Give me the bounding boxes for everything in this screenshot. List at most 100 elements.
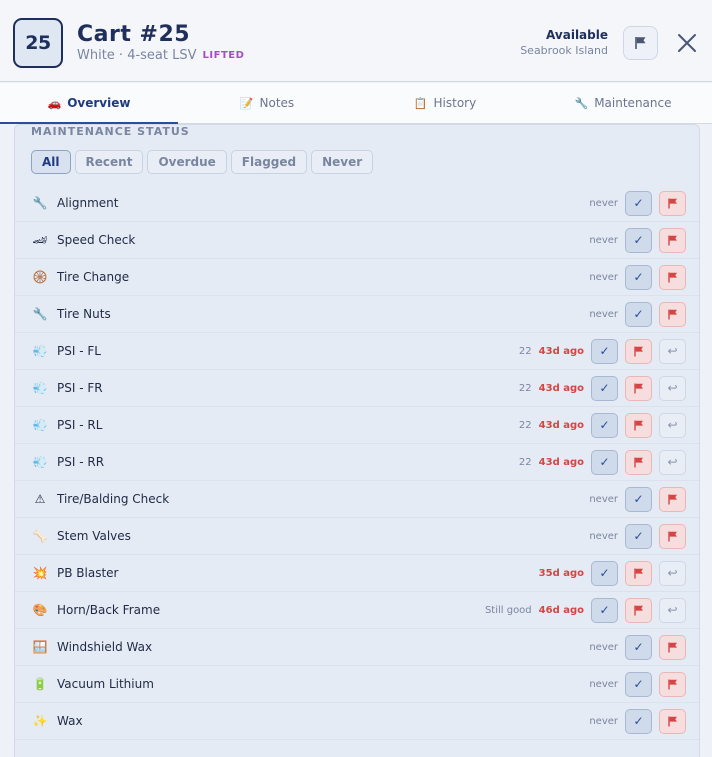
wrench-icon: 🔧 (574, 96, 589, 110)
mark-done-button[interactable]: ✓ (625, 486, 652, 512)
flag-item-button[interactable] (659, 301, 686, 327)
undo-icon: ↩ (667, 418, 678, 432)
flag-item-button[interactable] (659, 264, 686, 290)
clipboard-icon: 📋 (413, 96, 428, 110)
undo-button[interactable]: ↩ (659, 338, 686, 364)
row-actions: never ✓ (589, 523, 686, 549)
wrench-icon: 🔧 (32, 196, 48, 210)
row-actions: never ✓ (589, 634, 686, 660)
maintenance-item-label: PB Blaster (57, 566, 119, 580)
tab-maintenance[interactable]: 🔧 Maintenance (534, 83, 712, 123)
close-button[interactable] (674, 30, 700, 56)
maintenance-item-label: Wax (57, 714, 83, 728)
flag-item-button[interactable] (659, 227, 686, 253)
availability-status: Available Seabrook Island (520, 28, 608, 57)
flag-icon (633, 383, 643, 393)
flag-item-button[interactable] (659, 671, 686, 697)
flag-item-button[interactable] (625, 597, 652, 623)
row-actions: 22 43d ago ✓ ↩ (519, 338, 686, 364)
filter-flagged[interactable]: Flagged (230, 150, 308, 174)
check-icon: ✓ (633, 492, 644, 506)
check-icon: ✓ (599, 603, 610, 617)
row-actions: never ✓ (589, 671, 686, 697)
mark-done-button[interactable]: ✓ (591, 412, 618, 438)
mark-done-button[interactable]: ✓ (625, 190, 652, 216)
last-done-status: 43d ago (538, 419, 584, 431)
undo-button[interactable]: ↩ (659, 597, 686, 623)
maintenance-row: ✨ Wax never ✓ (15, 703, 699, 740)
maintenance-row: 💥 PB Blaster 35d ago ✓ ↩ (15, 555, 699, 592)
last-done-status: never (589, 530, 618, 542)
mark-done-button[interactable]: ✓ (625, 227, 652, 253)
maintenance-item-label: Tire Nuts (57, 307, 111, 321)
mark-done-button[interactable]: ✓ (591, 338, 618, 364)
maintenance-row: 🛞 Tire Change never ✓ (15, 259, 699, 296)
cart-header: 25 Cart #25 White · 4-seat LSV LIFTED Av… (0, 0, 712, 82)
undo-button[interactable]: ↩ (659, 449, 686, 475)
cart-number-badge: 25 (13, 18, 63, 68)
check-icon: ✓ (599, 455, 610, 469)
flag-icon (633, 457, 643, 467)
status-text: Available (546, 28, 608, 42)
mark-done-button[interactable]: ✓ (591, 597, 618, 623)
row-actions: never ✓ (589, 227, 686, 253)
flag-item-button[interactable] (625, 338, 652, 364)
mark-done-button[interactable]: ✓ (625, 671, 652, 697)
maintenance-item-label: Stem Valves (57, 529, 131, 543)
battery-icon: 🔋 (32, 677, 48, 691)
maintenance-row: 🎨 Horn/Back Frame Still good 46d ago ✓ ↩ (15, 592, 699, 629)
tab-overview[interactable]: 🚗 Overview (0, 83, 178, 124)
mark-done-button[interactable]: ✓ (591, 375, 618, 401)
check-icon: ✓ (633, 233, 644, 247)
flag-item-button[interactable] (625, 412, 652, 438)
flag-item-button[interactable] (625, 560, 652, 586)
last-done-status: 35d ago (538, 567, 584, 579)
filter-never[interactable]: Never (311, 150, 374, 174)
lifted-tag: LIFTED (202, 50, 245, 61)
mark-done-button[interactable]: ✓ (625, 264, 652, 290)
flag-item-button[interactable] (659, 486, 686, 512)
mark-done-button[interactable]: ✓ (591, 560, 618, 586)
tab-notes[interactable]: 📝 Notes (178, 83, 356, 123)
undo-button[interactable]: ↩ (659, 375, 686, 401)
row-actions: never ✓ (589, 486, 686, 512)
flag-item-button[interactable] (659, 523, 686, 549)
undo-button[interactable]: ↩ (659, 412, 686, 438)
undo-button[interactable]: ↩ (659, 560, 686, 586)
last-done-status: 43d ago (538, 382, 584, 394)
last-done-status: 46d ago (538, 604, 584, 616)
check-icon: ✓ (633, 270, 644, 284)
flag-item-button[interactable] (659, 634, 686, 660)
cart-description: White · 4-seat LSV (77, 48, 197, 63)
mark-done-button[interactable]: ✓ (625, 523, 652, 549)
maintenance-list: 🔧 Alignment never ✓ 🏎 Speed Check never ✓ 🛞 Tire … (15, 185, 699, 740)
wrench-icon: 🔧 (32, 307, 48, 321)
check-icon: ✓ (633, 640, 644, 654)
filter-overdue[interactable]: Overdue (147, 150, 227, 174)
flag-item-button[interactable] (625, 449, 652, 475)
undo-icon: ↩ (667, 344, 678, 358)
filter-recent[interactable]: Recent (74, 150, 144, 174)
psi-value: 22 (518, 419, 532, 431)
tab-label: History (433, 96, 477, 110)
notes-icon: 📝 (239, 96, 254, 110)
maintenance-row: 🏎 Speed Check never ✓ (15, 222, 699, 259)
flag-item-button[interactable] (659, 190, 686, 216)
row-actions: never ✓ (589, 708, 686, 734)
maintenance-item-label: Tire Change (57, 270, 130, 284)
mark-done-button[interactable]: ✓ (625, 634, 652, 660)
mark-done-button[interactable]: ✓ (591, 449, 618, 475)
mark-done-button[interactable]: ✓ (625, 708, 652, 734)
tab-history[interactable]: 📋 History (356, 83, 534, 123)
filter-all[interactable]: All (31, 150, 71, 174)
maintenance-item-label: Vacuum Lithium (57, 677, 154, 691)
mark-done-button[interactable]: ✓ (625, 301, 652, 327)
maintenance-item-label: Speed Check (57, 233, 136, 247)
maintenance-item-label: Windshield Wax (57, 640, 153, 654)
flag-item-button[interactable] (625, 375, 652, 401)
flag-item-button[interactable] (659, 708, 686, 734)
maintenance-item-label: Tire/Balding Check (57, 492, 170, 506)
filter-chips: All Recent Overdue Flagged Never (31, 150, 374, 174)
flag-cart-button[interactable] (623, 26, 658, 60)
last-done-status: 43d ago (538, 345, 584, 357)
